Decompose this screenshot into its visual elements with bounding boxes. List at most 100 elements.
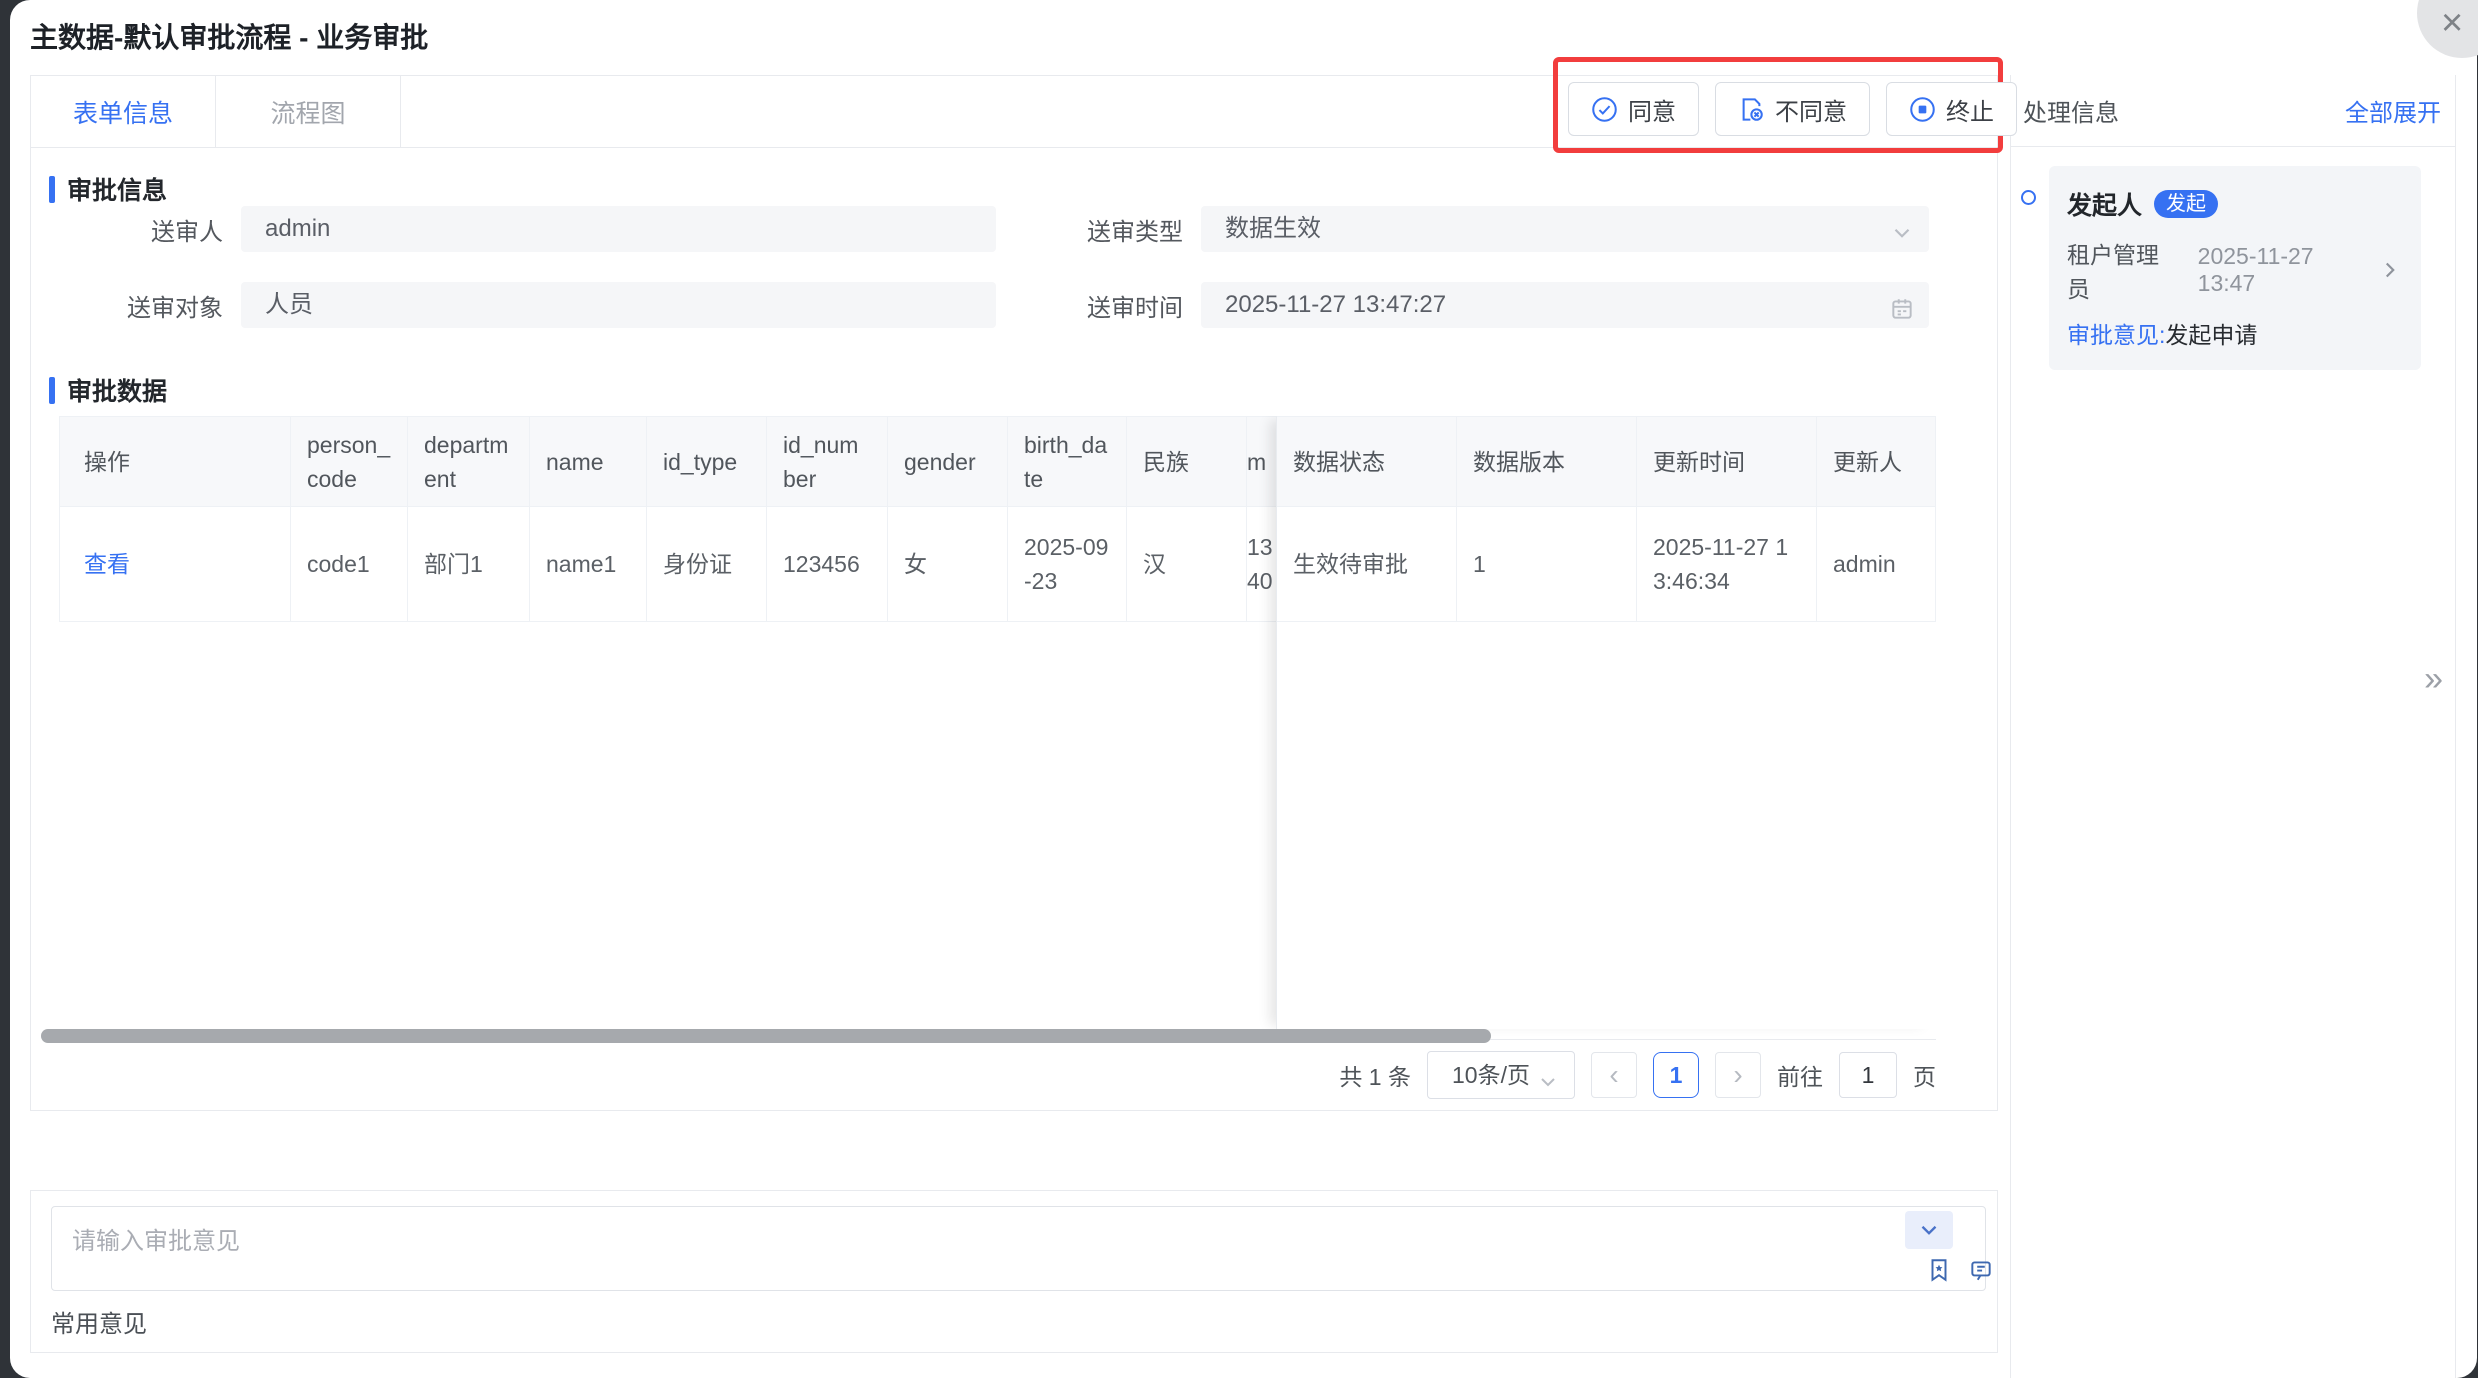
disagree-label: 不同意 bbox=[1775, 92, 1847, 127]
agree-button[interactable]: 同意 bbox=[1568, 82, 1699, 136]
comment-section: 常用意见 bbox=[30, 1190, 1998, 1353]
field-submit-time: 送审时间 2025-11-27 13:47:27 bbox=[1071, 282, 1929, 328]
common-opinion-label: 常用意见 bbox=[51, 1304, 147, 1339]
column-header-name: name bbox=[530, 417, 647, 507]
section-approval-data: 审批数据 bbox=[49, 372, 167, 408]
tab-form-info[interactable]: 表单信息 bbox=[31, 76, 216, 147]
pagination-total: 共 1 条 bbox=[1339, 1058, 1411, 1092]
comment-bubble-icon[interactable] bbox=[1968, 1257, 1994, 1283]
agree-label: 同意 bbox=[1628, 92, 1676, 127]
field-submit-object: 送审对象 人员 bbox=[51, 282, 996, 328]
collapse-panel-icon[interactable]: » bbox=[2424, 660, 2443, 699]
field-submit-type: 送审类型 数据生效 bbox=[1071, 206, 1929, 252]
form-tab-card: 表单信息 流程图 审批信息 送审人 admin 送审类型 数据生效 送审对象 人… bbox=[30, 75, 1998, 1111]
submitter-input[interactable]: admin bbox=[241, 206, 996, 252]
opinion-value: 发起申请 bbox=[2165, 322, 2257, 348]
node-time: 2025-11-27 13:47 bbox=[2198, 243, 2377, 297]
opinion-label: 审批意见: bbox=[2067, 322, 2165, 348]
prev-page-button[interactable]: ‹ bbox=[1591, 1052, 1637, 1098]
column-header-updater: 更新人 bbox=[1817, 417, 1936, 507]
disagree-button[interactable]: 不同意 bbox=[1715, 82, 1870, 136]
panel-header: 处理信息 全部展开 bbox=[2011, 75, 2455, 147]
approval-comment-input[interactable] bbox=[51, 1206, 1986, 1291]
submit-time-input[interactable]: 2025-11-27 13:47:27 bbox=[1201, 282, 1929, 328]
bookmark-star-icon[interactable] bbox=[1926, 1257, 1952, 1283]
goto-page-input[interactable] bbox=[1839, 1052, 1897, 1098]
next-page-button[interactable]: › bbox=[1715, 1052, 1761, 1098]
pagination: 共 1 条 10条/页 ‹ 1 › 前往 页 bbox=[1339, 1039, 1936, 1111]
column-header-birth-date: birth_date bbox=[1008, 417, 1127, 507]
cell-updater: admin bbox=[1817, 507, 1936, 622]
stop-circle-icon bbox=[1909, 96, 1936, 123]
check-circle-icon bbox=[1591, 96, 1618, 123]
cell-data-version: 1 bbox=[1457, 507, 1637, 622]
column-header-data-status: 数据状态 bbox=[1277, 417, 1457, 507]
field-submit-time-label: 送审时间 bbox=[1071, 288, 1201, 323]
common-opinion-row: 常用意见 bbox=[51, 1291, 1979, 1351]
dialog-title: 主数据-默认审批流程 - 业务审批 bbox=[30, 16, 428, 56]
cell-person-code: code1 bbox=[291, 507, 408, 622]
submit-time-value: 2025-11-27 13:47:27 bbox=[1225, 291, 1446, 318]
timeline-dot bbox=[2021, 190, 2036, 205]
cell-name: name1 bbox=[530, 507, 647, 622]
page-size-select[interactable]: 10条/页 bbox=[1427, 1051, 1575, 1099]
column-header-ethnicity: 民族 bbox=[1127, 417, 1247, 507]
expand-all-link[interactable]: 全部展开 bbox=[2345, 93, 2441, 128]
section-approval-data-label: 审批数据 bbox=[67, 372, 167, 408]
chevron-right-icon[interactable] bbox=[2377, 257, 2403, 283]
current-page-button[interactable]: 1 bbox=[1653, 1052, 1699, 1098]
common-opinion-toggle[interactable] bbox=[1905, 1211, 1953, 1249]
field-submit-type-label: 送审类型 bbox=[1071, 212, 1201, 247]
approval-data-table: 操作 person_code department name id_type i… bbox=[59, 416, 1936, 1040]
node-badge: 发起 bbox=[2154, 190, 2218, 218]
initiator-node-card[interactable]: 发起人 发起 租户管理员 2025-11-27 13:47 审批意见:发起申请 bbox=[2049, 166, 2421, 370]
submit-type-select[interactable]: 数据生效 bbox=[1201, 206, 1929, 252]
node-title-line: 发起人 发起 bbox=[2067, 186, 2403, 222]
submit-type-value: 数据生效 bbox=[1225, 215, 1321, 242]
cell-data-status: 生效待审批 bbox=[1277, 507, 1457, 622]
chevron-down-icon bbox=[1916, 1217, 1942, 1243]
chevron-down-icon bbox=[1889, 216, 1915, 252]
cell-department: 部门1 bbox=[408, 507, 530, 622]
panel-title: 处理信息 bbox=[2023, 93, 2119, 128]
section-approval-info-label: 审批信息 bbox=[67, 171, 167, 207]
node-name: 发起人 bbox=[2067, 186, 2142, 222]
column-header-action: 操作 bbox=[60, 417, 291, 507]
close-button[interactable]: × bbox=[2417, 0, 2478, 58]
cell-id-type: 身份证 bbox=[647, 507, 767, 622]
section-bar bbox=[49, 176, 55, 203]
node-opinion-line: 审批意见:发起申请 bbox=[2067, 316, 2403, 350]
column-header-gender: gender bbox=[888, 417, 1008, 507]
horizontal-scrollbar[interactable] bbox=[41, 1029, 1491, 1043]
column-header-update-time: 更新时间 bbox=[1637, 417, 1817, 507]
field-submitter: 送审人 admin bbox=[51, 206, 996, 252]
terminate-label: 终止 bbox=[1946, 92, 1994, 127]
column-header-person-code: person_code bbox=[291, 417, 408, 507]
document-x-icon bbox=[1738, 96, 1765, 123]
page-size-value: 10条/页 bbox=[1452, 1062, 1530, 1088]
column-header-department: department bbox=[408, 417, 530, 507]
action-bar: 同意 不同意 终止 bbox=[1568, 82, 2017, 136]
terminate-button[interactable]: 终止 bbox=[1886, 82, 2017, 136]
column-header-data-version: 数据版本 bbox=[1457, 417, 1637, 507]
field-submit-object-label: 送审对象 bbox=[51, 288, 241, 323]
process-info-panel: 处理信息 全部展开 发起人 发起 租户管理员 2025-11-27 13:47 … bbox=[2010, 75, 2456, 1378]
goto-prefix: 前往 bbox=[1777, 1058, 1823, 1092]
cell-ethnicity: 汉 bbox=[1127, 507, 1247, 622]
view-link[interactable]: 查看 bbox=[84, 547, 274, 581]
node-meta-line: 租户管理员 2025-11-27 13:47 bbox=[2067, 236, 2403, 304]
goto-suffix: 页 bbox=[1913, 1058, 1936, 1092]
cell-gender: 女 bbox=[888, 507, 1008, 622]
fixed-body-row: 生效待审批 1 2025-11-27 13:46:34 admin bbox=[1277, 507, 1936, 622]
approval-dialog: 主数据-默认审批流程 - 业务审批 × 表单信息 流程图 审批信息 送审人 ad… bbox=[10, 0, 2477, 1378]
column-header-id-type: id_type bbox=[647, 417, 767, 507]
cell-action: 查看 bbox=[60, 507, 291, 622]
column-header-id-number: id_number bbox=[767, 417, 888, 507]
textarea-tools bbox=[1926, 1257, 1994, 1283]
fixed-header-row: 数据状态 数据版本 更新时间 更新人 bbox=[1277, 416, 1936, 507]
section-bar bbox=[49, 377, 55, 404]
submit-object-input[interactable]: 人员 bbox=[241, 282, 996, 328]
chevron-down-icon bbox=[1536, 1063, 1560, 1109]
close-icon: × bbox=[2441, 4, 2463, 42]
tab-flowchart[interactable]: 流程图 bbox=[216, 76, 401, 147]
